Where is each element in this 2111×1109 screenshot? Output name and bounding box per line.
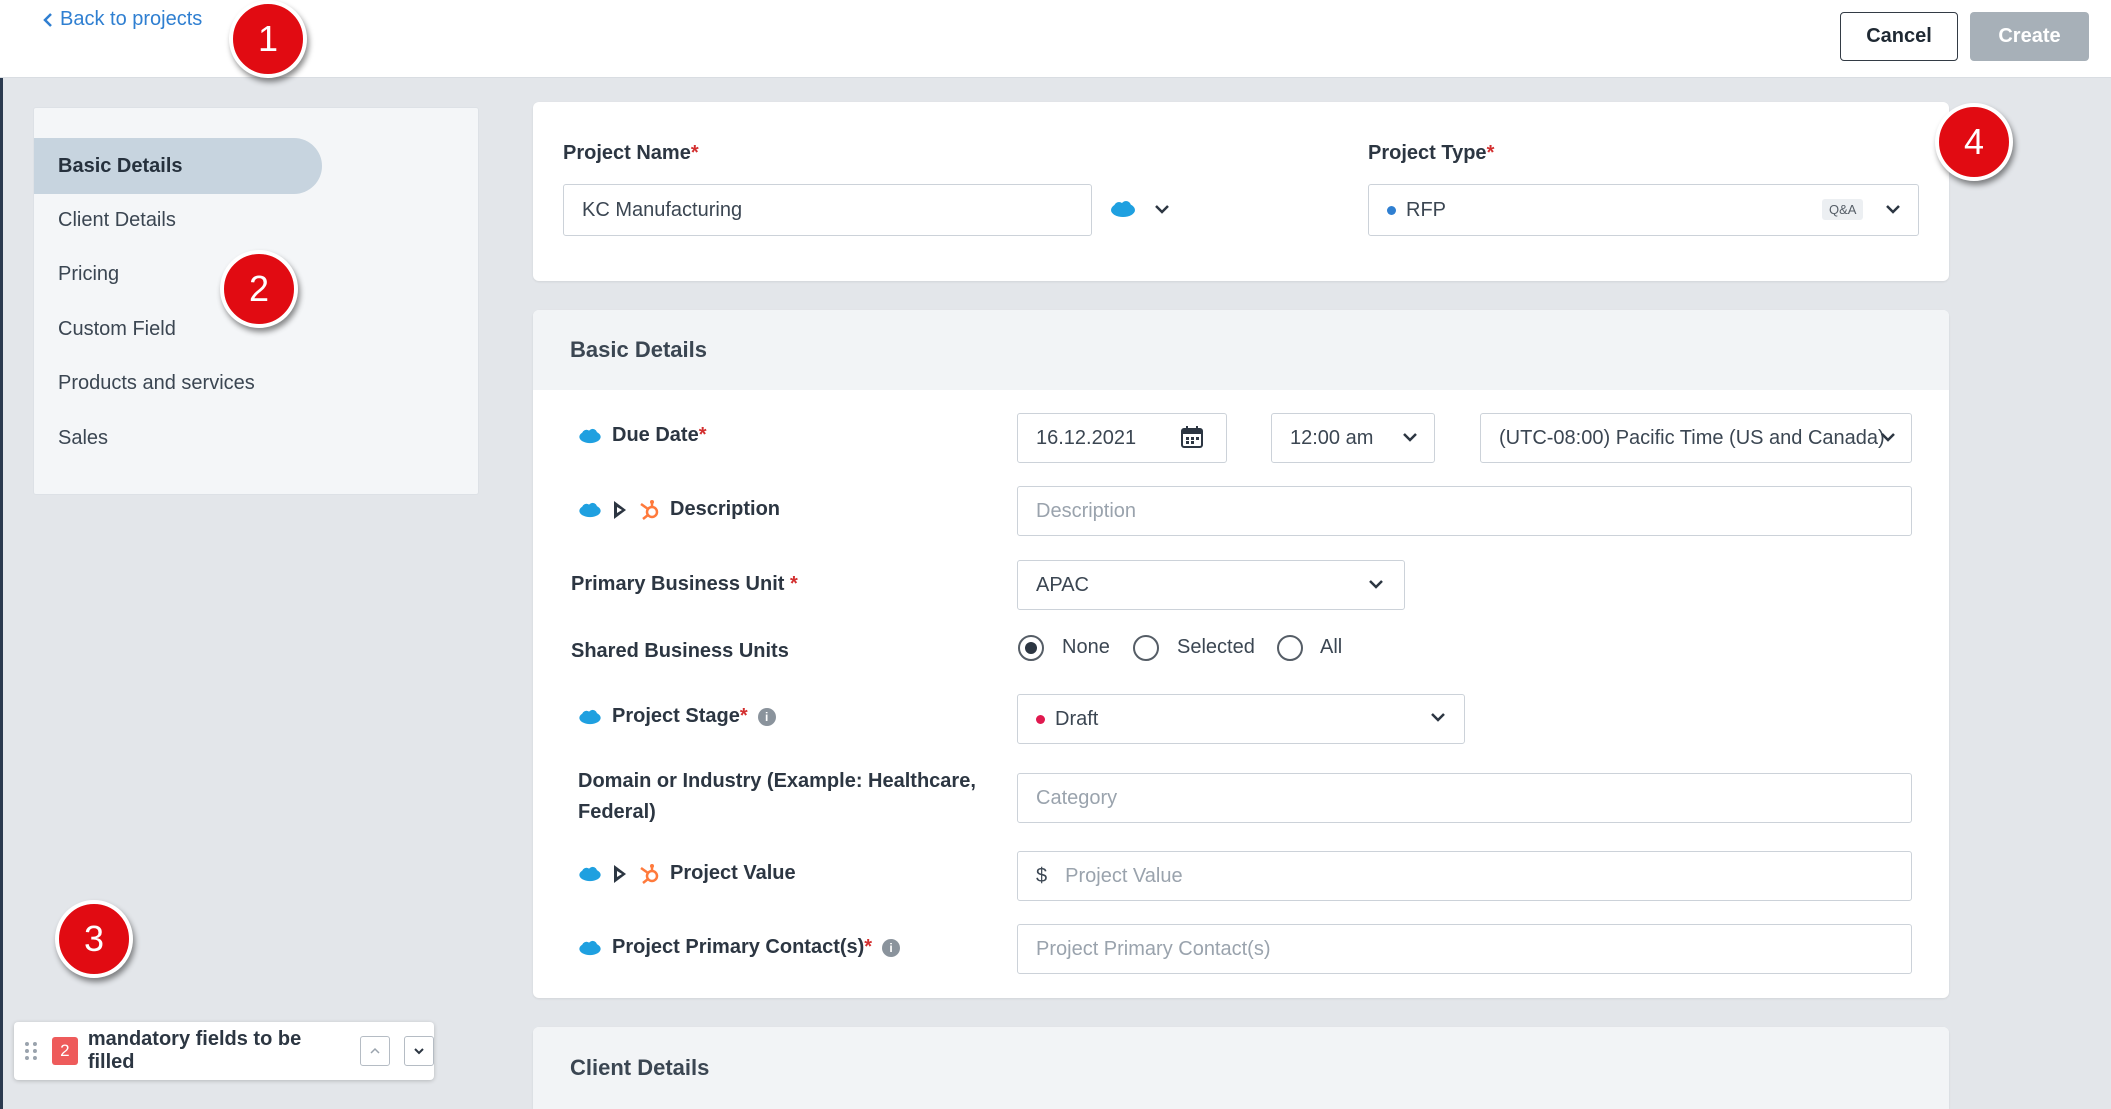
nav-item-basic-details[interactable]: Basic Details <box>34 138 322 194</box>
shared-bu-radio-all[interactable] <box>1277 635 1303 661</box>
salesforce-cloud-icon <box>579 940 601 955</box>
timezone-value: (UTC-08:00) Pacific Time (US and Canada) <box>1499 426 1885 449</box>
mandatory-fields-bar: 2 mandatory fields to be filled <box>14 1022 434 1080</box>
domain-industry-input[interactable]: Category <box>1017 773 1912 823</box>
drag-handle-icon[interactable] <box>24 1041 38 1061</box>
back-link-label: Back to projects <box>60 8 203 30</box>
dynamics-icon <box>614 864 626 883</box>
due-time-value: 12:00 am <box>1290 426 1374 449</box>
previous-field-button[interactable] <box>360 1036 391 1066</box>
calendar-icon[interactable] <box>1180 425 1204 449</box>
callout-4: 4 <box>1935 103 2013 181</box>
project-value-placeholder: Project Value <box>1065 864 1183 887</box>
dynamics-icon <box>614 500 626 519</box>
domain-placeholder: Category <box>1036 786 1118 809</box>
chevron-down-icon <box>414 1048 424 1055</box>
client-details-heading: Client Details <box>533 1027 1949 1109</box>
project-value-input[interactable]: $ Project Value <box>1017 851 1912 901</box>
mandatory-count-badge: 2 <box>51 1037 78 1065</box>
shared-business-units-label: Shared Business Units <box>571 640 789 662</box>
timezone-select[interactable]: (UTC-08:00) Pacific Time (US and Canada) <box>1480 413 1912 463</box>
cancel-button[interactable]: Cancel <box>1840 12 1958 61</box>
shared-bu-option-selected: Selected <box>1177 636 1255 658</box>
currency-symbol: $ <box>1036 864 1048 887</box>
primary-business-unit-value: APAC <box>1036 573 1089 596</box>
nav-item-custom-field[interactable]: Custom Field <box>34 301 176 357</box>
nav-item-products-and-services[interactable]: Products and services <box>34 355 255 411</box>
shared-bu-option-all: All <box>1320 636 1343 658</box>
chevron-down-icon[interactable] <box>1401 431 1419 443</box>
info-icon[interactable]: i <box>757 707 776 726</box>
nav-item-client-details[interactable]: Client Details <box>34 192 176 248</box>
project-stage-label: Project Stage* i <box>578 705 776 728</box>
next-field-button[interactable] <box>404 1036 434 1066</box>
shared-bu-option-none: None <box>1062 636 1110 658</box>
basic-details-heading: Basic Details <box>533 310 1949 390</box>
project-primary-contact-label: Project Primary Contact(s)* i <box>578 936 901 959</box>
chevron-down-icon[interactable] <box>1153 203 1171 215</box>
primary-contact-placeholder: Project Primary Contact(s) <box>1036 937 1271 960</box>
chevron-down-icon[interactable] <box>1879 431 1897 443</box>
description-placeholder: Description <box>1036 499 1137 522</box>
create-button[interactable]: Create <box>1970 12 2089 61</box>
top-bar <box>0 0 2111 78</box>
project-type-label: Project Type* <box>1368 142 1495 164</box>
hubspot-icon <box>640 499 659 520</box>
project-value-label: Project Value <box>578 862 796 885</box>
chevron-down-icon[interactable] <box>1429 711 1447 723</box>
project-name-label: Project Name* <box>563 142 699 164</box>
window-left-edge <box>0 0 3 1109</box>
primary-business-unit-label: Primary Business Unit * <box>571 573 798 595</box>
info-icon[interactable]: i <box>882 938 901 957</box>
chevron-down-icon[interactable] <box>1884 203 1902 215</box>
shared-bu-radio-selected[interactable] <box>1133 635 1159 661</box>
mandatory-fields-text: mandatory fields to be filled <box>87 1028 302 1073</box>
type-dot-icon <box>1387 205 1396 215</box>
qa-tag: Q&A <box>1822 199 1864 220</box>
project-stage-select[interactable]: Draft <box>1017 694 1465 744</box>
salesforce-cloud-icon <box>579 709 601 724</box>
description-label: Description <box>578 498 780 521</box>
callout-2: 2 <box>220 250 298 328</box>
chevron-down-icon[interactable] <box>1367 578 1385 590</box>
shared-bu-radio-none[interactable] <box>1018 635 1044 661</box>
project-primary-contact-input[interactable]: Project Primary Contact(s) <box>1017 924 1912 974</box>
description-input[interactable]: Description <box>1017 486 1912 536</box>
hubspot-icon <box>640 863 659 884</box>
primary-business-unit-select[interactable]: APAC <box>1017 560 1405 610</box>
project-stage-value: Draft <box>1055 707 1099 730</box>
project-type-value: RFP <box>1406 198 1446 221</box>
callout-3: 3 <box>55 900 133 978</box>
salesforce-cloud-icon <box>1111 201 1135 217</box>
salesforce-cloud-icon <box>579 428 601 443</box>
chevron-up-icon <box>370 1047 380 1054</box>
chevron-left-icon <box>43 12 52 27</box>
nav-item-sales[interactable]: Sales <box>34 410 108 466</box>
project-name-input[interactable]: KC Manufacturing <box>563 184 1092 236</box>
due-date-label: Due Date* <box>578 424 707 447</box>
stage-dot-icon <box>1036 714 1045 724</box>
domain-industry-label: Domain or Industry (Example: Healthcare,… <box>578 770 976 823</box>
nav-item-pricing[interactable]: Pricing <box>34 246 119 302</box>
salesforce-cloud-icon <box>579 502 601 517</box>
salesforce-cloud-icon <box>579 866 601 881</box>
callout-1: 1 <box>229 0 307 78</box>
back-to-projects-link[interactable]: Back to projects <box>42 8 202 31</box>
